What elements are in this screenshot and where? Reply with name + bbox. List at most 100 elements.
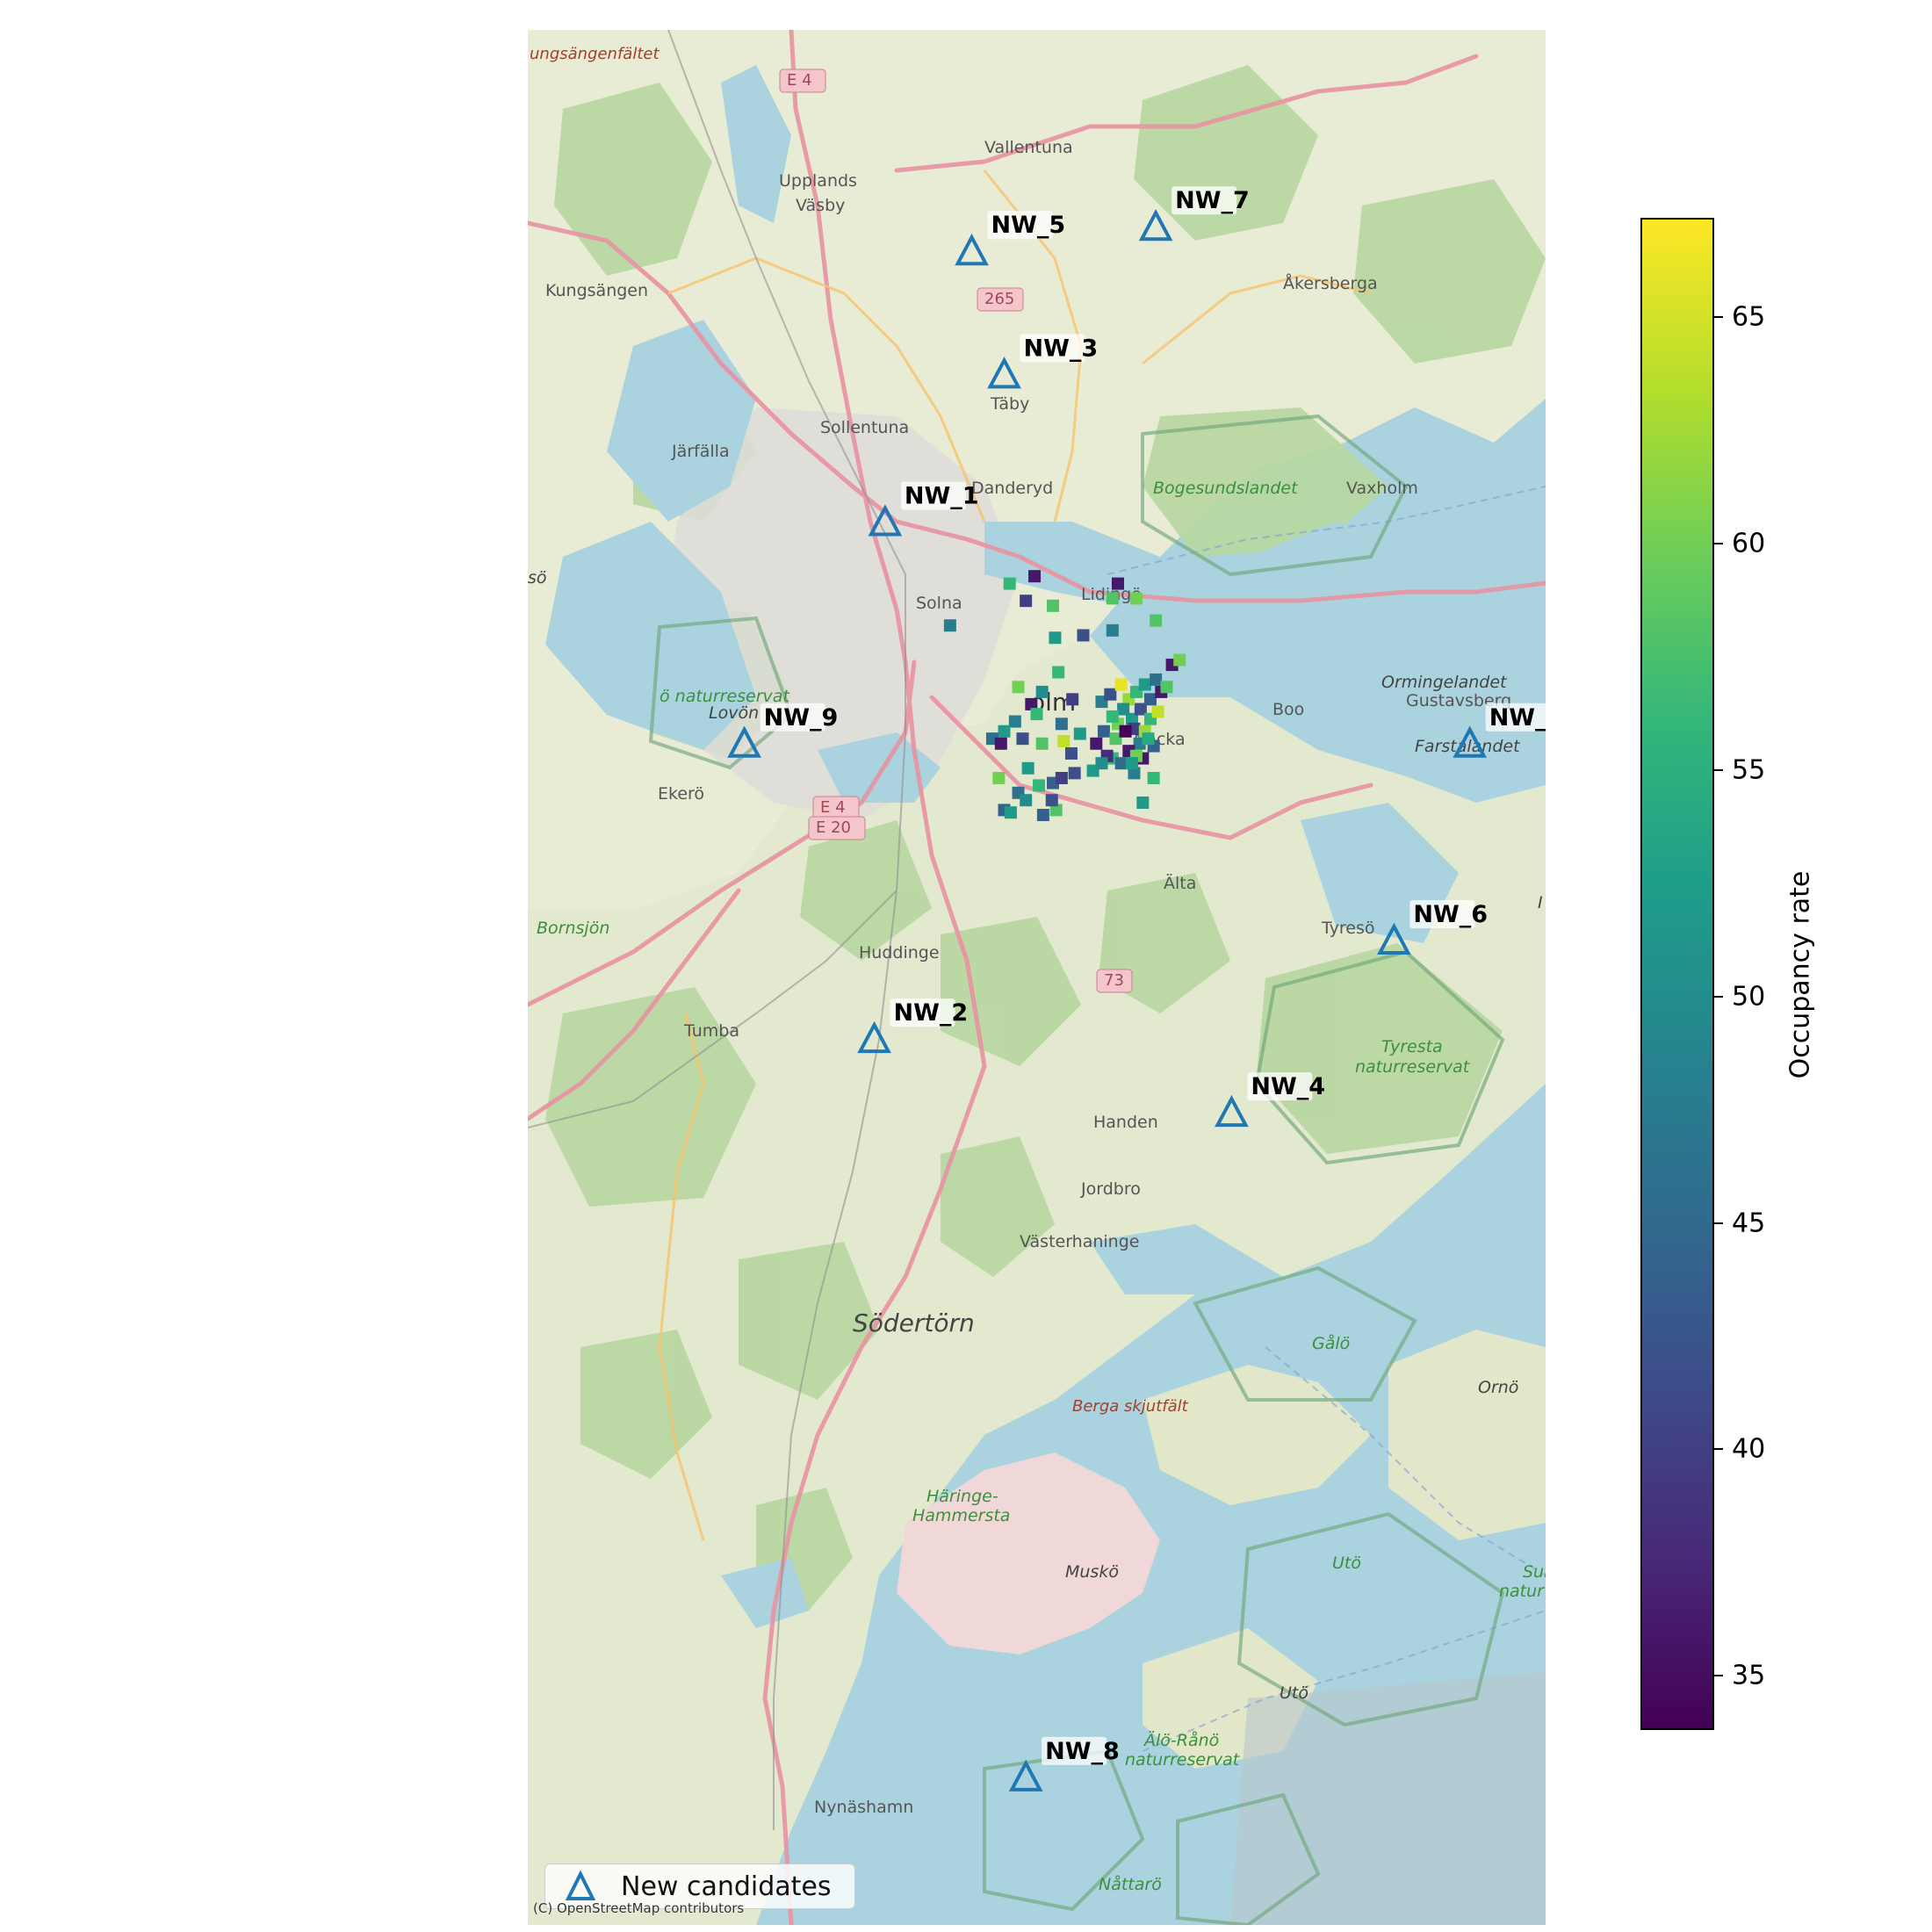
place-label-uto2: Utö [1280,1683,1308,1703]
place-label-tyresta-nr: naturreservat [1355,1057,1471,1077]
candidate-label: NW_6 [1413,901,1488,928]
candidate-NW_2[interactable]: NW_2 [857,998,969,1054]
candidate-NW_5[interactable]: NW_5 [955,211,1066,266]
occupancy-point-9 [1106,624,1119,637]
occupancy-point-16 [1035,685,1049,698]
candidate-NW_4[interactable]: NW_4 [1215,1072,1325,1128]
occupancy-point-2 [1020,595,1033,608]
place-label-boo: Boo [1272,700,1304,719]
occupancy-point-0 [1003,577,1016,590]
place-label-hammersta: Hammersta [912,1506,1010,1525]
candidate-label: NW_3 [1024,335,1099,362]
overlay-layer: ungsängenfältet E 4 Vallentuna Upplands Väsb… [528,45,1546,1894]
place-label-danderyd: Danderyd [971,479,1053,498]
occupancy-point-60 [1138,678,1151,691]
place-label-sur: Sur [1523,1562,1546,1582]
occupancy-point-25 [1016,732,1029,746]
triangle-marker-icon[interactable] [1377,922,1411,955]
occupancy-point-18 [1066,693,1079,706]
candidate-NW_1[interactable]: NW_1 [868,481,979,537]
occupancy-point-11 [1049,631,1062,645]
triangle-marker-icon[interactable] [1215,1094,1249,1128]
occupancy-point-33 [1032,779,1045,792]
place-label-vasby: Väsby [796,196,845,215]
place-label-alorano-nr: naturreservat [1125,1750,1241,1770]
place-label-farstalandet: Farstalandet [1415,737,1521,756]
candidate-NW_6[interactable]: NW_6 [1377,899,1488,955]
occupancy-point-74 [1095,757,1108,770]
occupancy-point-4 [1111,577,1124,590]
place-label-jordbro: Jordbro [1080,1179,1141,1199]
occupancy-point-62 [1160,681,1173,694]
place-label-jarfalla: Järfälla [671,442,730,461]
triangle-marker-icon[interactable] [857,1020,891,1054]
colorbar-tick [1714,1675,1723,1677]
place-label-upplands: Upplands [779,171,857,191]
place-label-huddinge: Huddinge [859,943,940,962]
colorbar-tick [1714,768,1723,771]
place-label-vaxholm: Vaxholm [1346,479,1418,498]
occupancy-point-3 [1046,599,1059,612]
occupancy-point-26 [1035,737,1049,750]
colorbar-tick-label: 35 [1732,1660,1766,1691]
occupancy-point-57 [1114,678,1128,691]
occupancy-point-28 [1064,746,1078,760]
occupancy-point-24 [994,737,1007,750]
place-label-berga: Berga skjutfält [1072,1397,1189,1416]
occupancy-point-13 [1173,653,1186,667]
triangle-marker-icon[interactable] [955,233,989,266]
triangle-marker-icon[interactable] [868,504,903,537]
occupancy-point-20 [1030,708,1043,721]
place-label-e4e20-a: E 4 [820,798,846,817]
legend-label: New candidates [621,1871,832,1902]
triangle-marker-icon [565,1870,596,1900]
place-label-solna: Solna [916,594,962,613]
candidate-NW_8[interactable]: NW_8 [1008,1736,1120,1791]
place-label-akersberga: Åkersberga [1283,273,1378,293]
place-label-r73: 73 [1104,971,1124,990]
occupancy-point-61 [1150,673,1163,686]
place-label-galo: Gålö [1312,1333,1350,1353]
place-label-sollentuna: Sollentuna [820,418,909,437]
occupancy-point-63 [1117,703,1130,716]
occupancy-point-56 [1104,688,1117,701]
place-label-nattaro: Nåttarö [1099,1874,1162,1894]
place-label-ulriksdal: ungsängenfältet [530,45,660,63]
occupancy-point-42 [1068,767,1081,780]
place-label-tumba: Tumba [683,1021,739,1041]
place-label-vallentuna: Vallentuna [984,138,1073,157]
candidate-NW_7[interactable]: NW_7 [1138,186,1250,242]
occupancy-point-38 [1020,794,1033,807]
occupancy-point-39 [1036,809,1049,822]
place-label-taby: Täby [990,394,1029,414]
map-view[interactable]: ungsängenfältet E 4 Vallentuna Upplands Väsb… [528,30,1546,1925]
occupancy-point-46 [1136,797,1150,810]
occupancy-point-35 [1055,771,1068,784]
occupancy-point-6 [1129,592,1143,605]
place-label-bornsjon: Bornsjön [537,919,609,938]
place-label-bogesundslandet: Bogesundslandet [1153,479,1299,498]
candidate-label: NW_2 [894,999,969,1027]
colorbar-tick [1714,1222,1723,1224]
triangle-marker-icon[interactable] [1008,1759,1043,1791]
occupancy-point-30 [992,771,1006,784]
colorbar-tick [1714,543,1723,545]
candidate-label: NW_10 [1489,704,1546,732]
triangle-marker-icon[interactable] [727,725,761,758]
occupancy-point-79 [1142,732,1155,746]
triangle-marker-icon[interactable] [1138,208,1173,242]
place-label-ormingelandet: Ormingelandet [1381,673,1508,692]
occupancy-point-10 [1077,629,1090,642]
occupancy-point-1 [1028,570,1042,583]
candidate-NW_3[interactable]: NW_3 [987,334,1099,389]
colorbar-tick-label: 55 [1732,754,1766,786]
place-label-ekero: Ekerö [658,784,704,804]
occupancy-point-77 [1106,710,1119,723]
place-label-orno: Ornö [1478,1378,1518,1397]
occupancy-point-53 [1143,693,1157,706]
colorbar-tick [1714,995,1723,998]
triangle-marker-icon[interactable] [987,357,1021,389]
candidate-label: NW_7 [1175,187,1250,214]
place-label-vasterhaninge: Västerhaninge [1020,1232,1139,1251]
occupancy-point-29 [1057,734,1071,747]
